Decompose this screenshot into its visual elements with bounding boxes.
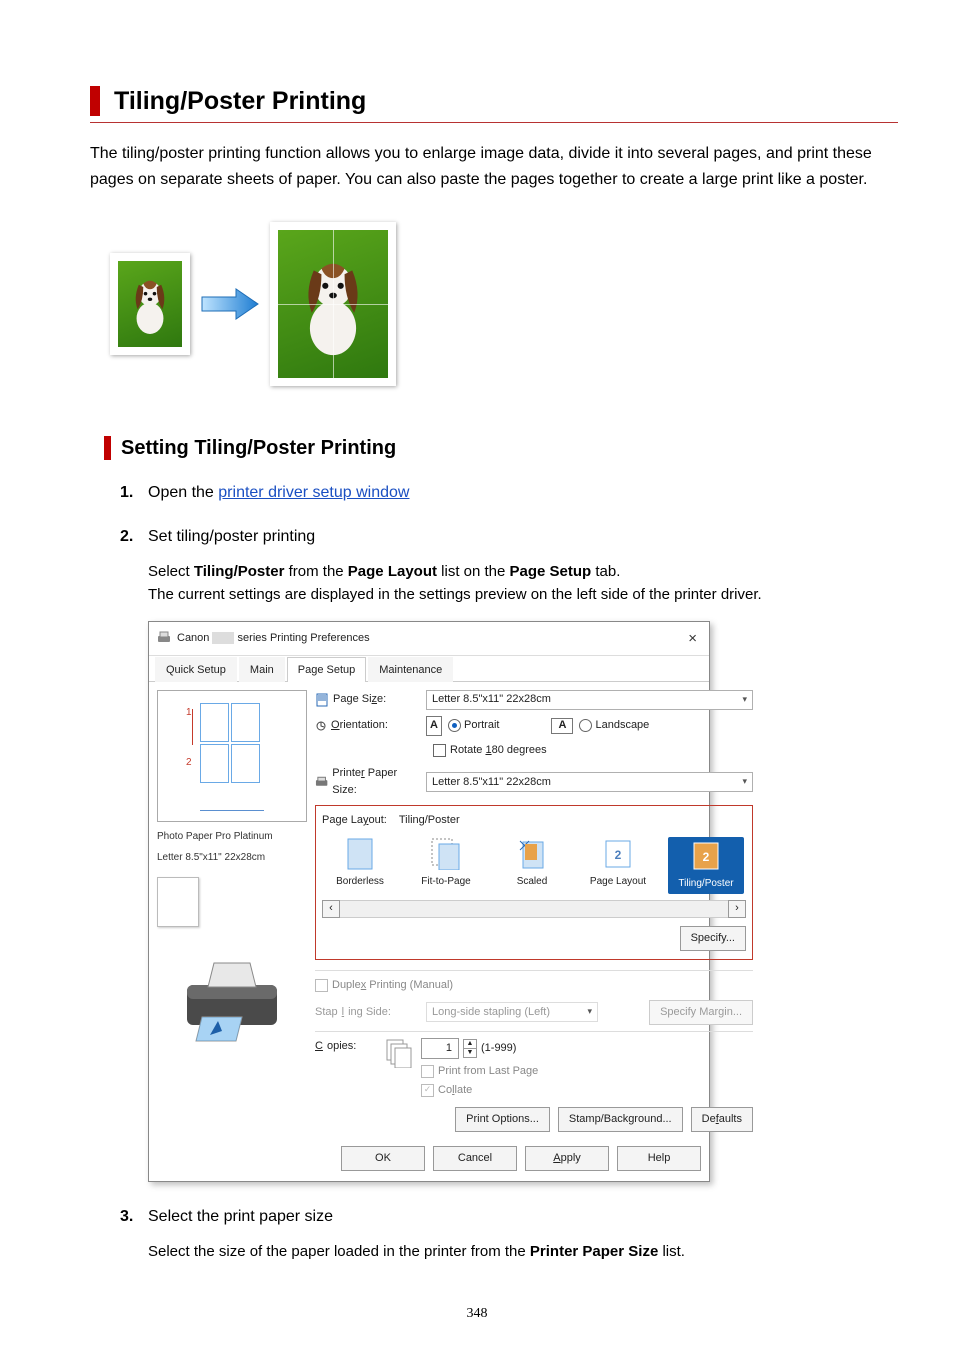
intro-paragraph: The tiling/poster printing function allo… [90,141,898,192]
step-number: 3. [120,1208,140,1226]
layout-page-layout[interactable]: 2 Page Layout [582,837,654,894]
paper-thumb [157,877,199,927]
dialog-brand: Canon [177,632,209,644]
arrow-right-icon [200,285,260,323]
page-size-icon [315,693,329,707]
label-stapling: Stapling Side: [315,1004,420,1021]
source-photo [110,253,190,355]
copies-spin-down[interactable]: ▼ [463,1049,477,1058]
checkbox-rotate-180[interactable]: Rotate 180 degrees [433,742,547,759]
help-button[interactable]: Help [617,1146,701,1171]
section-heading-wrap: Setting Tiling/Poster Printing [90,436,898,460]
scroll-right-icon[interactable]: › [728,900,746,918]
printer-app-icon [157,631,171,645]
label-orientation: Orientation: [331,717,388,734]
scroll-left-icon[interactable]: ‹ [322,900,340,918]
apply-button[interactable]: Apply [525,1146,609,1171]
tab-quick-setup[interactable]: Quick Setup [155,657,237,682]
section-heading: Setting Tiling/Poster Printing [121,437,396,460]
title-accent-bar [90,86,100,116]
tab-page-setup[interactable]: Page Setup [287,657,367,682]
cancel-button[interactable]: Cancel [433,1146,517,1171]
svg-text:2: 2 [703,850,710,864]
page-title: Tiling/Poster Printing [114,87,366,116]
landscape-letter-icon: A [551,718,573,734]
page-number: 348 [0,1306,954,1322]
dog-icon [128,276,173,336]
specify-margin-button: Specify Margin... [649,1000,753,1025]
settings-preview: 1 2 [157,690,307,822]
layout-tiling-poster[interactable]: 2 Tiling/Poster [668,837,744,894]
step-2-desc1: Select Tiling/Poster from the Page Layou… [148,560,898,583]
step-number: 1. [120,484,140,502]
checkbox-collate[interactable]: ✓Collate [421,1082,538,1099]
printer-preview [157,935,307,1065]
printer-driver-link[interactable]: printer driver setup window [218,484,409,501]
layout-borderless[interactable]: Borderless [324,837,396,894]
step-3: 3. Select the print paper size Select th… [120,1208,898,1263]
section-accent-bar [104,436,111,460]
close-button[interactable]: × [684,627,701,650]
copies-icon [381,1038,415,1068]
checkbox-print-last[interactable]: Print from Last Page [421,1063,538,1080]
page-title-wrap: Tiling/Poster Printing [90,86,898,123]
step-3-title: Select the print paper size [148,1208,333,1226]
tiling-illustration [110,222,898,386]
print-preferences-dialog: Canon xxxx series Printing Preferences ×… [148,621,710,1182]
print-options-button[interactable]: Print Options... [455,1107,550,1132]
stapling-select: Long-side stapling (Left) ▾ [426,1002,598,1022]
checkbox-duplex-manual[interactable]: Duplex Printing (Manual) [315,977,453,994]
step-number: 2. [120,528,140,546]
label-page-layout: Page Layout: [322,814,387,826]
page-size-select[interactable]: Letter 8.5"x11" 22x28cm ▾ [426,690,753,710]
label-copies: Copies: [315,1038,375,1055]
layout-scrollbar[interactable]: ‹ › [322,900,746,918]
step-2: 2. Set tiling/poster printing Select Til… [120,528,898,1182]
copies-range: (1-999) [481,1040,516,1057]
preview-tile-num-2: 2 [186,755,192,771]
step-3-desc: Select the size of the paper loaded in t… [148,1240,898,1263]
copies-spin-up[interactable]: ▲ [463,1039,477,1049]
step-1-lead: Open the [148,484,218,501]
step-2-desc2: The current settings are displayed in th… [148,583,898,606]
label-page-size: Page Size: [333,691,386,708]
specify-button[interactable]: Specify... [680,926,746,951]
radio-landscape[interactable]: Landscape [579,717,649,734]
media-line-2: Letter 8.5"x11" 22x28cm [157,851,307,865]
layout-fit-to-page[interactable]: Fit-to-Page [410,837,482,894]
preview-tile-num-1: 1 [186,705,192,721]
orientation-icon [315,720,327,732]
ok-button[interactable]: OK [341,1146,425,1171]
media-line-1: Photo Paper Pro Platinum [157,830,307,844]
page-layout-current: Tiling/Poster [399,814,460,826]
tab-maintenance[interactable]: Maintenance [368,657,453,682]
chevron-down-icon: ▾ [587,1005,592,1019]
chevron-down-icon: ▾ [742,693,747,707]
printer-paper-icon [315,776,328,788]
portrait-letter-icon: A [426,716,442,736]
dialog-title-rest: series Printing Preferences [238,632,370,644]
step-1: 1. Open the printer driver setup window [120,484,898,502]
result-photo [270,222,396,386]
dialog-titlebar: Canon xxxx series Printing Preferences × [149,622,709,656]
printer-icon [172,955,292,1045]
defaults-button[interactable]: Defaults [691,1107,753,1132]
printer-paper-select[interactable]: Letter 8.5"x11" 22x28cm ▾ [426,772,753,792]
label-printer-paper: Printer Paper Size: [332,765,420,799]
stamp-background-button[interactable]: Stamp/Background... [558,1107,683,1132]
step-2-title: Set tiling/poster printing [148,528,315,546]
copies-input[interactable]: 1 [421,1038,459,1059]
svg-text:2: 2 [615,848,622,862]
dialog-tabs: Quick Setup Main Page Setup Maintenance [149,656,709,682]
chevron-down-icon: ▾ [742,775,747,789]
radio-portrait[interactable]: Portrait [448,717,499,734]
tab-main[interactable]: Main [239,657,285,682]
layout-scaled[interactable]: Scaled [496,837,568,894]
page-layout-group: Page Layout: Tiling/Poster Borderless [315,805,753,960]
